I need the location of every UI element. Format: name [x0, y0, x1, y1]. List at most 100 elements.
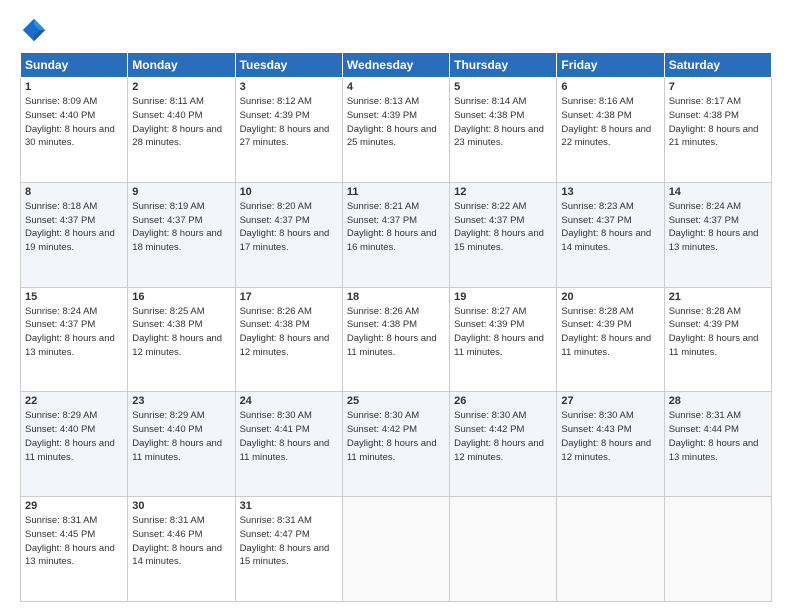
header	[20, 16, 772, 44]
day-header-tuesday: Tuesday	[235, 53, 342, 78]
day-info: Sunrise: 8:11 AMSunset: 4:40 PMDaylight:…	[132, 95, 230, 150]
day-info: Sunrise: 8:24 AMSunset: 4:37 PMDaylight:…	[25, 305, 123, 360]
day-number: 31	[240, 500, 338, 512]
calendar-cell: 31 Sunrise: 8:31 AMSunset: 4:47 PMDayligh…	[235, 497, 342, 602]
calendar-cell	[664, 497, 771, 602]
day-number: 23	[132, 395, 230, 407]
calendar-table: SundayMondayTuesdayWednesdayThursdayFrid…	[20, 52, 772, 602]
calendar-week-row: 1 Sunrise: 8:09 AMSunset: 4:40 PMDaylight…	[21, 78, 772, 183]
day-number: 21	[669, 291, 767, 303]
day-info: Sunrise: 8:31 AMSunset: 4:44 PMDaylight:…	[669, 409, 767, 464]
calendar-cell: 19 Sunrise: 8:27 AMSunset: 4:39 PMDayligh…	[450, 287, 557, 392]
calendar-week-row: 15 Sunrise: 8:24 AMSunset: 4:37 PMDayligh…	[21, 287, 772, 392]
day-number: 12	[454, 186, 552, 198]
day-info: Sunrise: 8:09 AMSunset: 4:40 PMDaylight:…	[25, 95, 123, 150]
calendar-cell: 12 Sunrise: 8:22 AMSunset: 4:37 PMDayligh…	[450, 182, 557, 287]
calendar-cell	[557, 497, 664, 602]
day-number: 18	[347, 291, 445, 303]
calendar-cell: 29 Sunrise: 8:31 AMSunset: 4:45 PMDayligh…	[21, 497, 128, 602]
calendar-cell: 10Sunrise: 8:20 AMSunset: 4:37 PMDayligh…	[235, 182, 342, 287]
calendar-cell: 28 Sunrise: 8:31 AMSunset: 4:44 PMDayligh…	[664, 392, 771, 497]
calendar-week-row: 22 Sunrise: 8:29 AMSunset: 4:40 PMDayligh…	[21, 392, 772, 497]
calendar-cell: 27 Sunrise: 8:30 AMSunset: 4:43 PMDayligh…	[557, 392, 664, 497]
day-header-saturday: Saturday	[664, 53, 771, 78]
day-number: 16	[132, 291, 230, 303]
day-number: 24	[240, 395, 338, 407]
day-info: Sunrise: 8:16 AMSunset: 4:38 PMDaylight:…	[561, 95, 659, 150]
day-info: Sunrise: 8:19 AMSunset: 4:37 PMDaylight:…	[132, 200, 230, 255]
calendar-cell: 26 Sunrise: 8:30 AMSunset: 4:42 PMDayligh…	[450, 392, 557, 497]
day-header-wednesday: Wednesday	[342, 53, 449, 78]
day-number: 27	[561, 395, 659, 407]
day-info: Sunrise: 8:30 AMSunset: 4:42 PMDaylight:…	[347, 409, 445, 464]
calendar-cell: 30 Sunrise: 8:31 AMSunset: 4:46 PMDayligh…	[128, 497, 235, 602]
day-number: 20	[561, 291, 659, 303]
day-info: Sunrise: 8:30 AMSunset: 4:42 PMDaylight:…	[454, 409, 552, 464]
day-info: Sunrise: 8:31 AMSunset: 4:47 PMDaylight:…	[240, 514, 338, 569]
calendar-cell: 8 Sunrise: 8:18 AMSunset: 4:37 PMDaylight…	[21, 182, 128, 287]
day-info: Sunrise: 8:29 AMSunset: 4:40 PMDaylight:…	[25, 409, 123, 464]
day-info: Sunrise: 8:26 AMSunset: 4:38 PMDaylight:…	[347, 305, 445, 360]
day-header-monday: Monday	[128, 53, 235, 78]
day-number: 28	[669, 395, 767, 407]
day-number: 30	[132, 500, 230, 512]
day-number: 11	[347, 186, 445, 198]
calendar-cell: 7 Sunrise: 8:17 AMSunset: 4:38 PMDaylight…	[664, 78, 771, 183]
calendar-cell: 4 Sunrise: 8:13 AMSunset: 4:39 PMDaylight…	[342, 78, 449, 183]
calendar-cell: 11 Sunrise: 8:21 AMSunset: 4:37 PMDayligh…	[342, 182, 449, 287]
calendar-cell: 1 Sunrise: 8:09 AMSunset: 4:40 PMDaylight…	[21, 78, 128, 183]
day-info: Sunrise: 8:28 AMSunset: 4:39 PMDaylight:…	[561, 305, 659, 360]
day-number: 3	[240, 81, 338, 93]
day-number: 26	[454, 395, 552, 407]
calendar-cell: 2 Sunrise: 8:11 AMSunset: 4:40 PMDaylight…	[128, 78, 235, 183]
day-number: 15	[25, 291, 123, 303]
day-info: Sunrise: 8:14 AMSunset: 4:38 PMDaylight:…	[454, 95, 552, 150]
day-number: 7	[669, 81, 767, 93]
calendar-cell: 17 Sunrise: 8:26 AMSunset: 4:38 PMDayligh…	[235, 287, 342, 392]
day-info: Sunrise: 8:27 AMSunset: 4:39 PMDaylight:…	[454, 305, 552, 360]
calendar-cell: 18 Sunrise: 8:26 AMSunset: 4:38 PMDayligh…	[342, 287, 449, 392]
day-number: 22	[25, 395, 123, 407]
day-number: 1	[25, 81, 123, 93]
calendar-cell: 22 Sunrise: 8:29 AMSunset: 4:40 PMDayligh…	[21, 392, 128, 497]
calendar-cell: 3Sunrise: 8:12 AMSunset: 4:39 PMDaylight…	[235, 78, 342, 183]
day-info: Sunrise: 8:13 AMSunset: 4:39 PMDaylight:…	[347, 95, 445, 150]
day-number: 29	[25, 500, 123, 512]
calendar-cell: 16 Sunrise: 8:25 AMSunset: 4:38 PMDayligh…	[128, 287, 235, 392]
day-info: Sunrise: 8:30 AMSunset: 4:43 PMDaylight:…	[561, 409, 659, 464]
day-info: Sunrise: 8:22 AMSunset: 4:37 PMDaylight:…	[454, 200, 552, 255]
calendar-cell: 24 Sunrise: 8:30 AMSunset: 4:41 PMDayligh…	[235, 392, 342, 497]
day-info: Sunrise: 8:21 AMSunset: 4:37 PMDaylight:…	[347, 200, 445, 255]
day-info: Sunrise: 8:26 AMSunset: 4:38 PMDaylight:…	[240, 305, 338, 360]
day-info: Sunrise: 8:30 AMSunset: 4:41 PMDaylight:…	[240, 409, 338, 464]
calendar-cell	[450, 497, 557, 602]
calendar-week-row: 29 Sunrise: 8:31 AMSunset: 4:45 PMDayligh…	[21, 497, 772, 602]
day-header-friday: Friday	[557, 53, 664, 78]
day-info: Sunrise: 8:18 AMSunset: 4:37 PMDaylight:…	[25, 200, 123, 255]
day-info: Sunrise: 8:28 AMSunset: 4:39 PMDaylight:…	[669, 305, 767, 360]
logo-icon	[20, 16, 48, 44]
day-number: 14	[669, 186, 767, 198]
day-number: 8	[25, 186, 123, 198]
day-info: Sunrise: 8:25 AMSunset: 4:38 PMDaylight:…	[132, 305, 230, 360]
day-info: Sunrise: 8:24 AMSunset: 4:37 PMDaylight:…	[669, 200, 767, 255]
day-number: 5	[454, 81, 552, 93]
day-info: Sunrise: 8:23 AMSunset: 4:37 PMDaylight:…	[561, 200, 659, 255]
calendar-cell: 14 Sunrise: 8:24 AMSunset: 4:37 PMDayligh…	[664, 182, 771, 287]
calendar-header-row: SundayMondayTuesdayWednesdayThursdayFrid…	[21, 53, 772, 78]
day-number: 2	[132, 81, 230, 93]
day-info: Sunrise: 8:17 AMSunset: 4:38 PMDaylight:…	[669, 95, 767, 150]
day-number: 19	[454, 291, 552, 303]
day-number: 10	[240, 186, 338, 198]
day-number: 25	[347, 395, 445, 407]
calendar-cell: 9Sunrise: 8:19 AMSunset: 4:37 PMDaylight…	[128, 182, 235, 287]
calendar-cell	[342, 497, 449, 602]
calendar-cell: 21 Sunrise: 8:28 AMSunset: 4:39 PMDayligh…	[664, 287, 771, 392]
day-number: 17	[240, 291, 338, 303]
day-info: Sunrise: 8:31 AMSunset: 4:45 PMDaylight:…	[25, 514, 123, 569]
calendar-week-row: 8 Sunrise: 8:18 AMSunset: 4:37 PMDaylight…	[21, 182, 772, 287]
day-info: Sunrise: 8:31 AMSunset: 4:46 PMDaylight:…	[132, 514, 230, 569]
day-header-thursday: Thursday	[450, 53, 557, 78]
calendar-cell: 25 Sunrise: 8:30 AMSunset: 4:42 PMDayligh…	[342, 392, 449, 497]
day-number: 4	[347, 81, 445, 93]
